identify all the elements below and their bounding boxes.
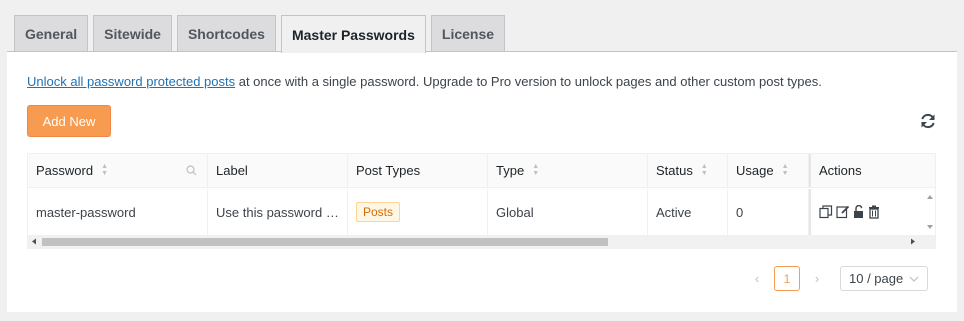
prev-page-icon[interactable]: ‹ <box>748 271 766 286</box>
search-icon[interactable] <box>186 165 197 176</box>
sort-icon[interactable]: ▲ ▼ <box>532 163 539 177</box>
column-password-label: Password <box>36 163 94 178</box>
tab-license[interactable]: License <box>430 15 506 52</box>
status-cell: Active <box>648 189 728 235</box>
password-cell: master-password <box>28 189 208 235</box>
unlock-posts-link[interactable]: Unlock all password protected posts <box>27 74 235 89</box>
column-status[interactable]: Status ▲ ▼ <box>648 154 728 187</box>
column-post-types: Post Types <box>348 154 488 187</box>
label-cell: Use this password … <box>208 189 348 235</box>
edit-icon[interactable] <box>836 205 850 219</box>
sort-icon[interactable]: ▲ ▼ <box>701 163 708 177</box>
add-new-button[interactable]: Add New <box>27 105 111 137</box>
pagination: ‹ 1 › 10 / page <box>748 266 928 291</box>
page-size-select[interactable]: 10 / page <box>840 266 928 291</box>
type-cell: Global <box>488 189 648 235</box>
column-usage[interactable]: Usage ▲ ▼ <box>728 154 809 187</box>
tab-master-passwords[interactable]: Master Passwords <box>280 15 426 53</box>
intro-text: Unlock all password protected posts at o… <box>27 74 822 89</box>
copy-icon[interactable] <box>819 205 833 219</box>
column-type-label: Type <box>496 163 525 178</box>
refresh-icon[interactable] <box>919 112 937 130</box>
horizontal-scrollbar[interactable] <box>28 235 935 248</box>
tab-bar: General Sitewide Shortcodes Master Passw… <box>14 15 510 53</box>
column-actions: Actions <box>809 154 935 187</box>
table-header: Password ▲ ▼ Label Post Types Type ▲ ▼ Sta… <box>28 154 935 188</box>
column-label-label: Label <box>216 163 248 178</box>
sort-icon[interactable]: ▲ ▼ <box>782 163 789 177</box>
column-post-types-label: Post Types <box>356 163 421 178</box>
post-type-tag: Posts <box>356 202 401 222</box>
column-usage-label: Usage <box>736 163 774 178</box>
post-types-cell: Posts <box>348 189 488 235</box>
vertical-scrollbar[interactable] <box>925 189 935 235</box>
table-row: master-password Use this password … Post… <box>28 189 935 235</box>
master-passwords-panel: Unlock all password protected posts at o… <box>7 51 957 312</box>
next-page-icon[interactable]: › <box>808 271 826 286</box>
page-size-value: 10 / page <box>849 271 904 286</box>
sort-icon[interactable]: ▲ ▼ <box>101 163 108 177</box>
column-status-label: Status <box>656 163 693 178</box>
trash-icon[interactable] <box>868 205 880 219</box>
chevron-down-icon <box>909 276 919 282</box>
usage-cell: 0 <box>728 189 809 235</box>
column-password[interactable]: Password ▲ ▼ <box>28 154 208 187</box>
unlock-icon[interactable] <box>853 205 865 219</box>
column-type[interactable]: Type ▲ ▼ <box>488 154 648 187</box>
tab-general[interactable]: General <box>14 15 89 52</box>
scrollbar-thumb[interactable] <box>42 238 608 246</box>
intro-description: at once with a single password. Upgrade … <box>235 74 822 89</box>
actions-cell <box>809 189 935 235</box>
column-label: Label <box>208 154 348 187</box>
page-number-button[interactable]: 1 <box>774 266 800 291</box>
passwords-table: Password ▲ ▼ Label Post Types Type ▲ ▼ Sta… <box>27 153 936 249</box>
tab-shortcodes[interactable]: Shortcodes <box>176 15 276 52</box>
tab-sitewide[interactable]: Sitewide <box>93 15 172 52</box>
column-actions-label: Actions <box>819 163 862 178</box>
